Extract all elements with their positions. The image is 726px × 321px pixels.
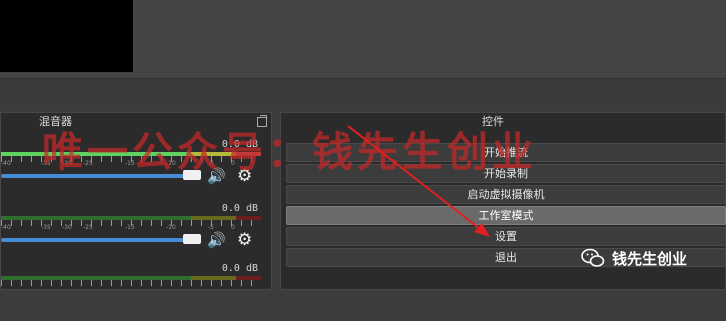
tick-label: -5 bbox=[208, 224, 214, 231]
wechat-icon bbox=[581, 248, 605, 267]
volume-slider[interactable] bbox=[1, 238, 199, 242]
volume-db-label: 0.0 dB bbox=[221, 203, 258, 214]
mixer-channel-2: 0.0 dB -40 -35 -30 -25 -15 -10 -5 0 🔊 ⚙ bbox=[1, 203, 266, 261]
tick-label: -40 bbox=[1, 224, 11, 231]
brand-watermark: 钱先生创业 bbox=[580, 244, 687, 272]
gear-icon[interactable]: ⚙ bbox=[237, 230, 257, 250]
tick-label: -10 bbox=[166, 224, 176, 231]
volume-slider-handle[interactable] bbox=[183, 234, 201, 244]
brand-text: 钱先生创业 bbox=[612, 249, 688, 268]
studio-mode-button[interactable]: 工作室模式 bbox=[286, 206, 726, 225]
preview-canvas bbox=[0, 0, 133, 72]
watermark-text: 唯一公众号：钱先生创业 bbox=[42, 128, 537, 176]
mixer-channel-3: 0.0 dB bbox=[1, 263, 266, 321]
tick-label: 0 bbox=[231, 224, 235, 231]
tick-label: -40 bbox=[1, 160, 11, 167]
tick-label: -25 bbox=[83, 224, 93, 231]
tick-label: -35 bbox=[41, 224, 51, 231]
start-virtual-camera-button[interactable]: 启动虚拟摄像机 bbox=[286, 185, 726, 204]
meter-ticks bbox=[1, 280, 261, 286]
speaker-icon[interactable]: 🔊 bbox=[207, 231, 229, 249]
tick-label: -30 bbox=[62, 224, 72, 231]
dock-separator bbox=[0, 78, 726, 109]
tick-label: -15 bbox=[125, 224, 135, 231]
volume-db-label: 0.0 dB bbox=[221, 263, 258, 274]
